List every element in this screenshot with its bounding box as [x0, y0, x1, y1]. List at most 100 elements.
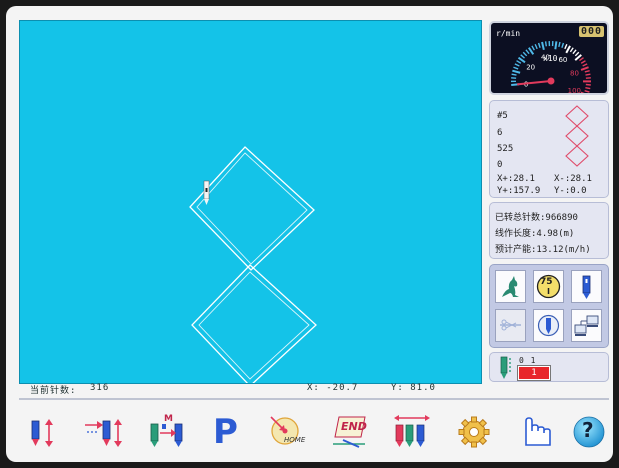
- current-stitch-label: 当前针数:: [30, 386, 77, 396]
- gauge-tick: [565, 45, 571, 54]
- main-toolbar: M P HOME END ?: [6, 404, 613, 460]
- gauge-tick: [531, 45, 535, 51]
- gauge-tick: [522, 51, 528, 57]
- gauge-tick: [514, 63, 520, 67]
- hand-pointer-icon: [525, 417, 551, 446]
- gear-icon: [458, 416, 490, 448]
- gauge-tick: [511, 73, 517, 76]
- scissors-icon: [500, 319, 521, 331]
- expected-output-label: 预计产能:: [495, 245, 537, 255]
- home-label: HOME: [284, 436, 306, 444]
- help-button[interactable]: ?: [569, 411, 613, 453]
- gauge-tick: [561, 42, 565, 48]
- speed-multiplier: x10: [543, 54, 558, 63]
- settings-button[interactable]: [452, 411, 498, 453]
- color-change-button[interactable]: M: [145, 411, 191, 453]
- frame-move-icon: [85, 419, 122, 447]
- x-minus-extent: X-:28.1: [554, 174, 592, 184]
- speed-setting-button[interactable]: 75: [533, 270, 564, 303]
- needle-offset-button[interactable]: [390, 411, 436, 453]
- toolbar-divider: [19, 398, 609, 400]
- parameter-button[interactable]: P: [204, 411, 250, 453]
- gauge-tick: [585, 83, 591, 86]
- gauge-tick: [572, 49, 577, 55]
- gauge-tick: [585, 73, 591, 76]
- gauge-tick: [525, 49, 530, 55]
- gauge-scale-label: 100: [568, 87, 581, 93]
- thread-length-label: 线作长度:: [495, 229, 537, 239]
- machine-screen: 当前针数: 316 X: -20.7 Y: 81.0 020406080100 …: [6, 6, 613, 462]
- pattern-upper-diamond-outer: [189, 146, 315, 271]
- presser-foot-button[interactable]: [533, 309, 564, 342]
- pattern-preview-canvas[interactable]: [19, 20, 482, 387]
- speed-badge-value: 75: [540, 277, 553, 287]
- m-label: M: [164, 414, 173, 424]
- jump-mode-button[interactable]: [495, 270, 526, 303]
- zero-value: 0: [497, 160, 503, 170]
- y-plus-extent: Y+:157.9: [497, 186, 541, 196]
- home-origin-icon: [270, 416, 299, 445]
- needle-id-list: 0 1: [519, 356, 537, 365]
- current-stitch-value: 316: [90, 383, 110, 393]
- speed-gauge: 020406080100 r/min x10 000: [489, 21, 609, 95]
- needle-thread-icon: [500, 356, 511, 379]
- trim-button[interactable]: [495, 309, 526, 342]
- presser-foot-icon: [537, 314, 560, 337]
- gauge-tick: [579, 57, 584, 62]
- return-home-button[interactable]: HOME: [265, 411, 311, 453]
- gauge-scale-label: 20: [526, 63, 535, 71]
- gauge-tick: [558, 41, 561, 48]
- canvas-status-bar: 当前针数: 316 X: -20.7 Y: 81.0: [19, 382, 482, 396]
- gauge-tick: [564, 43, 568, 50]
- y-coordinate: Y: 81.0: [391, 383, 436, 393]
- current-needle-value: 1: [518, 366, 550, 380]
- expected-output-row: 预计产能:13.12(m/h): [495, 242, 591, 255]
- gauge-hub: [547, 77, 555, 85]
- move-frame-button[interactable]: [83, 411, 129, 453]
- expected-output-value: 13.12(m/h): [536, 245, 591, 255]
- gauge-tick: [580, 66, 589, 71]
- gauge-tick: [537, 42, 541, 48]
- gauge-tick: [512, 69, 521, 74]
- help-label: ?: [582, 418, 594, 442]
- quick-function-panel: 75: [489, 264, 609, 348]
- gauge-tick: [544, 41, 547, 47]
- gauge-tick: [582, 63, 588, 67]
- needle-offset-icon: [394, 415, 430, 447]
- gauge-tick: [569, 47, 574, 53]
- needle-select-button[interactable]: [571, 270, 602, 303]
- x-coordinate: X: -20.7: [307, 383, 359, 393]
- network-button[interactable]: [571, 309, 602, 342]
- network-computers-icon: [574, 315, 599, 336]
- gauge-tick: [554, 41, 558, 50]
- total-stitches-row: 已转总针数:966890: [495, 210, 578, 223]
- gauge-tick: [534, 43, 538, 50]
- gauge-tick: [541, 41, 545, 51]
- needle-icon: [582, 275, 591, 299]
- y-minus-extent: Y-:0.0: [554, 186, 587, 196]
- pattern-lower-diamond-inner: [198, 271, 310, 380]
- needle-updown-icon: [31, 419, 53, 447]
- gauge-tick: [584, 90, 590, 93]
- needle-position-marker: [203, 180, 210, 205]
- p-label: P: [213, 412, 238, 452]
- thread-length-value: 4.98(m): [536, 229, 575, 239]
- gauge-tick: [584, 70, 590, 73]
- speed-counter: 000: [578, 26, 604, 37]
- gauge-tick: [513, 66, 519, 70]
- stitch-count: 525: [497, 144, 514, 154]
- current-needle-panel: 0 1 1: [489, 352, 609, 382]
- needle-number: 6: [497, 128, 503, 138]
- total-stitches-value: 966890: [545, 213, 578, 223]
- color-number: #5: [497, 111, 508, 121]
- speed-unit: r/min: [496, 29, 521, 38]
- pattern-drawing: [189, 146, 317, 387]
- manual-operation-button[interactable]: [514, 411, 560, 453]
- gauge-tick: [574, 51, 580, 57]
- gauge-scale-label: 80: [570, 69, 579, 77]
- end-point-button[interactable]: END: [329, 411, 375, 453]
- gauge-tick: [585, 86, 591, 90]
- pattern-upper-diamond-inner: [196, 152, 308, 265]
- needle-up-down-button[interactable]: [23, 411, 69, 453]
- x-plus-extent: X+:28.1: [497, 174, 535, 184]
